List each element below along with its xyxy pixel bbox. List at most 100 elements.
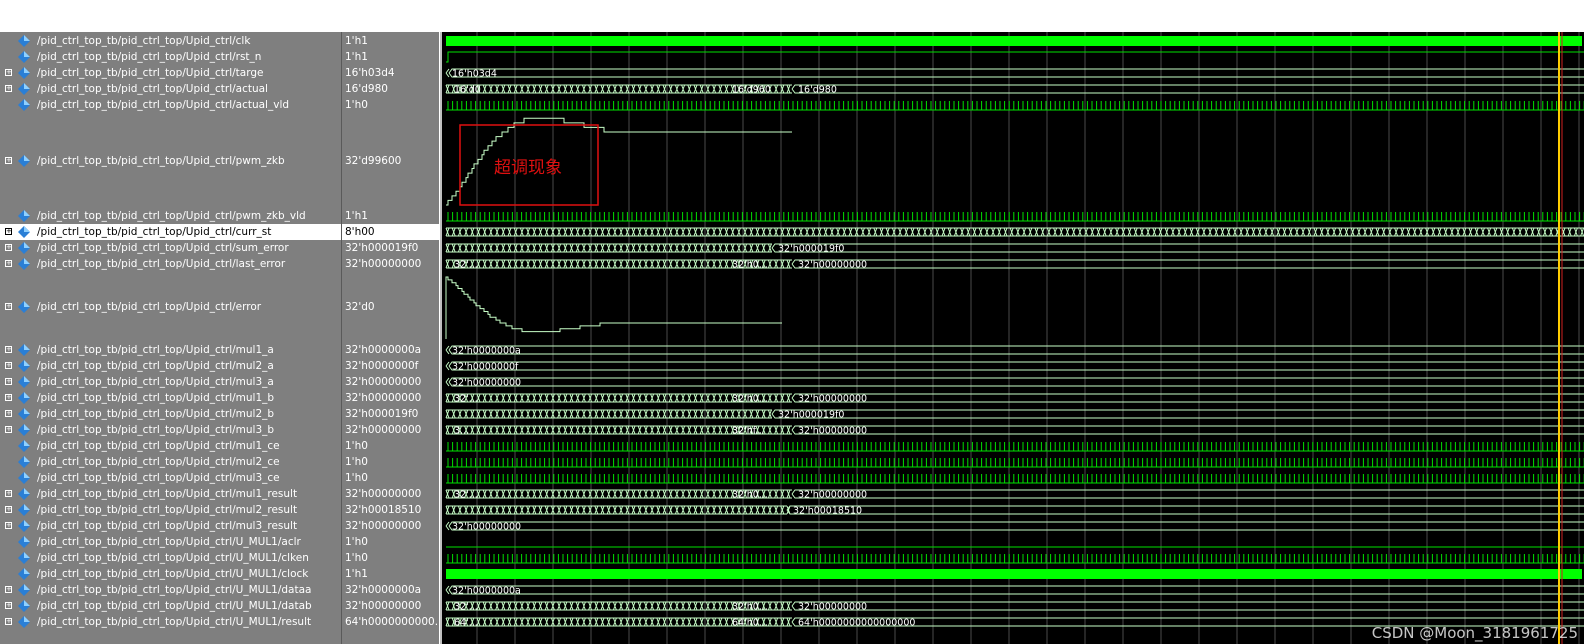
signal-name-row[interactable]: + /pid_ctrl_top_tb/pid_ctrl_top/Upid_ctrl… — [0, 582, 341, 598]
signal-name-row[interactable]: + /pid_ctrl_top_tb/pid_ctrl_top/Upid_ctrl… — [0, 406, 341, 422]
bus-wave: 32'... 32'h0... 32'h00000000 — [445, 601, 1584, 613]
pulse-wave — [446, 101, 1584, 111]
signal-diamond-icon — [18, 568, 30, 580]
signal-name: /pid_ctrl_top_tb/pid_ctrl_top/Upid_ctrl/… — [37, 154, 285, 167]
signal-name-row[interactable]: /pid_ctrl_top_tb/pid_ctrl_top/Upid_ctrl/… — [0, 208, 341, 224]
signal-name-row[interactable]: /pid_ctrl_top_tb/pid_ctrl_top/Upid_ctrl/… — [0, 438, 341, 454]
signal-name: /pid_ctrl_top_tb/pid_ctrl_top/Upid_ctrl/… — [37, 360, 274, 372]
expand-icon[interactable]: + — [5, 303, 12, 310]
bus-value-label: 32'h00018510 — [793, 506, 862, 517]
annotation-text: 超调现象 — [494, 158, 562, 178]
signal-name-row[interactable]: + /pid_ctrl_top_tb/pid_ctrl_top/Upid_ctrl… — [0, 390, 341, 406]
signal-value: 32'd0 — [345, 301, 375, 313]
signal-name: /pid_ctrl_top_tb/pid_ctrl_top/Upid_ctrl/… — [37, 210, 306, 222]
signal-name-pane: /pid_ctrl_top_tb/pid_ctrl_top/Upid_ctrl/… — [0, 32, 341, 644]
bus-wave: 3... 32'hf...32'h... 32'h00000000 — [445, 425, 1584, 437]
signal-name: /pid_ctrl_top_tb/pid_ctrl_top/Upid_ctrl/… — [37, 51, 262, 63]
signal-name-row[interactable]: + /pid_ctrl_top_tb/pid_ctrl_top/Upid_ctrl… — [0, 518, 341, 534]
expand-icon[interactable]: + — [5, 602, 12, 609]
signal-name-row[interactable]: + /pid_ctrl_top_tb/pid_ctrl_top/Upid_ctrl… — [0, 256, 341, 272]
signal-diamond-icon — [18, 408, 30, 420]
signal-name-row[interactable]: + /pid_ctrl_top_tb/pid_ctrl_top/Upid_ctrl… — [0, 342, 341, 358]
signal-name-row[interactable]: + /pid_ctrl_top_tb/pid_ctrl_top/Upid_ctrl… — [0, 153, 341, 169]
expand-icon[interactable]: + — [5, 156, 12, 164]
expand-icon[interactable]: + — [5, 378, 12, 385]
signal-name-row[interactable]: + /pid_ctrl_top_tb/pid_ctrl_top/Upid_ctrl… — [0, 614, 341, 630]
signal-name-row[interactable]: /pid_ctrl_top_tb/pid_ctrl_top/Upid_ctrl/… — [0, 33, 341, 49]
waveform-pane[interactable]: 16'h03d4 16'd0 16'd960 16'd980 超调现象 32'h00001… — [440, 32, 1584, 644]
wave-window: /pid_ctrl_top_tb/pid_ctrl_top/Upid_ctrl/… — [0, 32, 1584, 644]
signal-diamond-icon — [18, 35, 30, 47]
signal-name-row[interactable]: + /pid_ctrl_top_tb/pid_ctrl_top/Upid_ctrl… — [0, 81, 341, 97]
expand-icon[interactable]: + — [5, 618, 12, 625]
signal-diamond-icon — [18, 301, 30, 313]
expand-icon[interactable]: + — [5, 394, 12, 401]
signal-diamond-icon — [18, 456, 30, 468]
expand-icon[interactable]: + — [5, 362, 12, 369]
signal-diamond-icon — [18, 536, 30, 548]
signal-name-row[interactable]: + /pid_ctrl_top_tb/pid_ctrl_top/Upid_ctrl… — [0, 374, 341, 390]
signal-value: 8'h00 — [342, 224, 439, 240]
signal-value: 1'h1 — [345, 568, 368, 580]
signal-value: 32'h0000000a — [345, 584, 422, 596]
expand-icon[interactable]: + — [5, 410, 12, 417]
signal-diamond-icon — [18, 67, 30, 79]
expand-icon[interactable]: + — [5, 228, 12, 235]
signal-name-row[interactable]: + /pid_ctrl_top_tb/pid_ctrl_top/Upid_ctrl… — [0, 502, 341, 518]
signal-name-row[interactable]: /pid_ctrl_top_tb/pid_ctrl_top/Upid_ctrl/… — [0, 49, 341, 65]
signal-name-row[interactable]: + /pid_ctrl_top_tb/pid_ctrl_top/Upid_ctrl… — [0, 598, 341, 614]
signal-name-row[interactable]: /pid_ctrl_top_tb/pid_ctrl_top/Upid_ctrl/… — [0, 470, 341, 486]
signal-name-row[interactable]: + /pid_ctrl_top_tb/pid_ctrl_top/Upid_ctrl… — [0, 422, 341, 438]
signal-name: /pid_ctrl_top_tb/pid_ctrl_top/Upid_ctrl/… — [37, 408, 275, 420]
signal-name-row[interactable]: + /pid_ctrl_top_tb/pid_ctrl_top/Upid_ctrl… — [0, 65, 341, 81]
expand-icon[interactable]: + — [5, 490, 12, 497]
signal-name-row[interactable]: + /pid_ctrl_top_tb/pid_ctrl_top/Upid_ctrl… — [0, 299, 341, 315]
signal-name: /pid_ctrl_top_tb/pid_ctrl_top/Upid_ctrl/… — [37, 584, 312, 596]
signal-diamond-icon — [18, 376, 30, 388]
signal-name-row[interactable]: + /pid_ctrl_top_tb/pid_ctrl_top/Upid_ctrl… — [0, 358, 341, 374]
signal-diamond-icon — [18, 440, 30, 452]
signal-name-row[interactable]: /pid_ctrl_top_tb/pid_ctrl_top/Upid_ctrl/… — [0, 550, 341, 566]
signal-diamond-icon — [18, 51, 30, 63]
waveform-canvas[interactable]: 16'h03d4 16'd0 16'd960 16'd980 超调现象 32'h00001… — [442, 32, 1584, 644]
signal-value: 32'h00000000 — [345, 600, 422, 612]
signal-value: 16'd980 — [345, 83, 388, 95]
expand-icon[interactable]: + — [5, 522, 12, 529]
signal-name-row[interactable]: /pid_ctrl_top_tb/pid_ctrl_top/Upid_ctrl/… — [0, 534, 341, 550]
signal-name: /pid_ctrl_top_tb/pid_ctrl_top/Upid_ctrl/… — [37, 552, 309, 564]
expand-icon[interactable]: + — [5, 260, 12, 267]
expand-icon[interactable]: + — [5, 85, 12, 92]
bus-wave — [445, 227, 1584, 237]
signal-name-row[interactable]: /pid_ctrl_top_tb/pid_ctrl_top/Upid_ctrl/… — [0, 566, 341, 582]
bus-wave: 16'h03d4 — [445, 68, 1584, 80]
signal-value: 1'h1 — [345, 210, 368, 222]
signal-name: /pid_ctrl_top_tb/pid_ctrl_top/Upid_ctrl/… — [37, 226, 272, 238]
signal-name-row[interactable]: + /pid_ctrl_top_tb/pid_ctrl_top/Upid_ctrl… — [0, 224, 341, 240]
expand-icon[interactable]: + — [5, 244, 12, 251]
expand-icon[interactable]: + — [5, 506, 12, 513]
pulse-wave — [446, 212, 1584, 222]
bus-value-label: 32'h00000000 — [798, 394, 867, 405]
bus-value-label: 64'h0000000000000000 — [798, 618, 915, 629]
clock-wave — [446, 36, 1582, 46]
signal-name-row[interactable]: + /pid_ctrl_top_tb/pid_ctrl_top/Upid_ctrl… — [0, 240, 341, 256]
bus-wave: 32'h0000000a — [445, 345, 1584, 357]
signal-diamond-icon — [18, 258, 30, 270]
expand-icon[interactable]: + — [5, 346, 12, 353]
signal-diamond-icon — [18, 584, 30, 596]
bus-value-label: 16'd980 — [798, 85, 837, 96]
pulse-wave — [446, 474, 1584, 484]
signal-name-row[interactable]: /pid_ctrl_top_tb/pid_ctrl_top/Upid_ctrl/… — [0, 97, 341, 113]
signal-name-row[interactable]: /pid_ctrl_top_tb/pid_ctrl_top/Upid_ctrl/… — [0, 454, 341, 470]
expand-icon[interactable]: + — [5, 586, 12, 593]
bus-wave: 16'd0 16'd960 16'd980 — [445, 84, 1584, 96]
signal-name: /pid_ctrl_top_tb/pid_ctrl_top/Upid_ctrl/… — [37, 258, 286, 270]
signal-name-row[interactable]: + /pid_ctrl_top_tb/pid_ctrl_top/Upid_ctrl… — [0, 486, 341, 502]
signal-value: 1'h1 — [345, 51, 368, 63]
expand-icon[interactable]: + — [5, 69, 12, 76]
bus-value-label: 32'h000019f0 — [778, 244, 844, 255]
bus-wave: 32'h000019f0 — [445, 243, 1584, 255]
signal-value: 32'd99600 — [345, 154, 402, 167]
expand-icon[interactable]: + — [5, 426, 12, 433]
signal-name: /pid_ctrl_top_tb/pid_ctrl_top/Upid_ctrl/… — [37, 536, 301, 548]
